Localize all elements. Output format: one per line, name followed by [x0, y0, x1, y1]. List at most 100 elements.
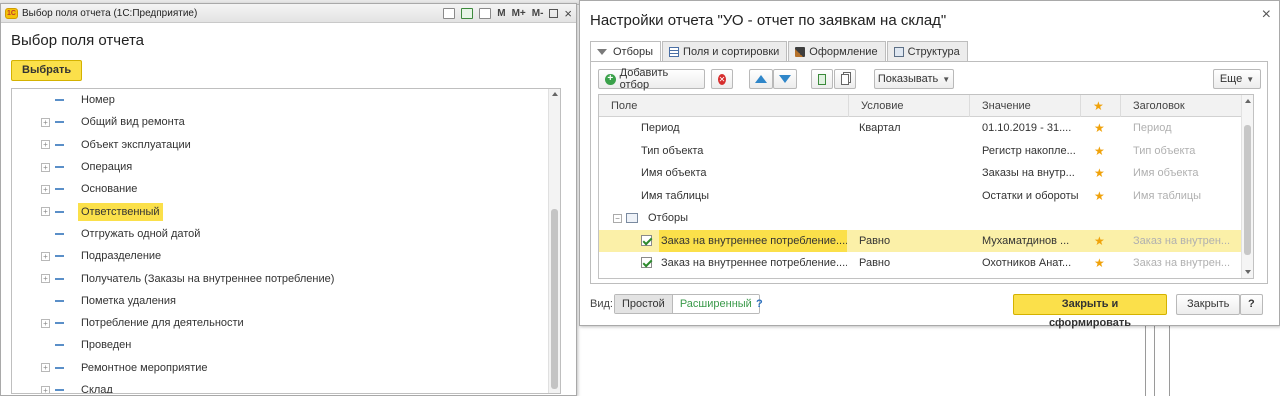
expand-icon[interactable]: + [41, 140, 50, 150]
tree-item[interactable]: Отгружать одной датой [12, 223, 560, 245]
table-row[interactable]: Тип объекта Регистр накопле... ★ Тип объект… [599, 140, 1253, 163]
checkbox-cell[interactable] [641, 230, 655, 253]
table-row[interactable]: Заказ на внутреннее потребление.... Равно… [599, 252, 1253, 275]
scroll-up-icon[interactable] [1245, 99, 1251, 103]
expand-icon[interactable]: + [41, 318, 50, 328]
checkbox-cell[interactable] [641, 252, 655, 275]
close-button[interactable]: Закрыть [1176, 294, 1241, 315]
arrow-up-icon [755, 75, 767, 83]
delete-filter-button[interactable]: ✕ [711, 69, 733, 89]
group-row[interactable]: − Отборы [599, 207, 1253, 230]
spreadsheet-icon[interactable] [461, 7, 474, 19]
tree-item[interactable]: Номер [12, 89, 560, 111]
scroll-thumb[interactable] [1244, 125, 1251, 255]
more-dropdown[interactable]: Еще ▼ [1213, 69, 1261, 89]
tree-item[interactable]: Проведен [12, 334, 560, 356]
tree-item-label: Основание [81, 183, 138, 196]
star-icon[interactable]: ★ [1094, 117, 1114, 140]
show-dropdown[interactable]: Показывать ▼ [874, 69, 954, 89]
grid-icon [669, 46, 680, 57]
star-icon[interactable]: ★ [1094, 162, 1114, 185]
table-row[interactable]: Имя таблицы Остатки и обороты ★ Имя таблицы [599, 185, 1253, 208]
tree-item[interactable]: Пометка удаления [12, 290, 560, 312]
move-up-button[interactable] [749, 69, 773, 89]
scroll-down-icon[interactable] [1245, 270, 1251, 274]
column-field[interactable]: Поле [599, 95, 849, 117]
tree-item[interactable]: + Подразделение [12, 245, 560, 267]
expand-icon[interactable]: + [41, 207, 50, 217]
scroll-up-icon[interactable] [552, 92, 558, 96]
memory-m-button[interactable]: M [497, 8, 505, 19]
add-filter-button[interactable]: + Добавить отбор [598, 67, 705, 91]
help-link[interactable]: ? [756, 298, 763, 310]
field-icon [55, 166, 64, 169]
help-button[interactable]: ? [1240, 294, 1263, 315]
choose-button[interactable]: Выбрать [11, 60, 83, 81]
tree-item-label: Ремонтное мероприятие [81, 361, 208, 374]
uncheck-all-button[interactable] [834, 69, 856, 89]
chevron-down-icon: ▼ [942, 74, 951, 84]
add-filter-label: Добавить отбор [619, 67, 669, 91]
filters-grid[interactable]: Поле Условие Значение ★ Заголовок Период… [598, 94, 1254, 279]
tree-item[interactable]: + Потребление для деятельности [12, 312, 560, 334]
close-and-generate-button[interactable]: Закрыть и сформировать [1013, 294, 1167, 329]
star-icon[interactable]: ★ [1094, 185, 1114, 208]
expand-icon[interactable]: + [41, 117, 50, 127]
field-icon [55, 188, 64, 191]
tree-item[interactable]: + Основание [12, 178, 560, 200]
star-icon[interactable]: ★ [1094, 252, 1114, 275]
tab-appearance[interactable]: Оформление [788, 41, 886, 61]
field-cell: Заказ на внутреннее потребление.... [659, 229, 847, 252]
table-row[interactable]: Заказ на внутреннее потребление.... Равно… [599, 229, 1253, 253]
mode-extended-button[interactable]: Расширенный [672, 295, 759, 313]
expand-icon[interactable]: + [41, 162, 50, 172]
tree-item-label: Получатель (Заказы на внутреннее потребл… [81, 272, 335, 285]
star-icon[interactable]: ★ [1094, 230, 1114, 253]
field-icon [55, 210, 64, 213]
table-row[interactable]: Период Квартал 01.10.2019 - 31.... ★ Период [599, 117, 1253, 140]
column-condition[interactable]: Условие [849, 95, 970, 117]
calendar-icon[interactable] [479, 7, 492, 19]
scroll-thumb[interactable] [551, 209, 558, 389]
maximize-icon[interactable] [549, 8, 559, 18]
tree-item[interactable]: + Ответственный [12, 200, 560, 222]
print-icon[interactable] [443, 7, 456, 19]
column-title[interactable]: Заголовок [1121, 95, 1243, 117]
field-tree[interactable]: Номер + Общий вид ремонта + Объект эксплуата… [11, 88, 561, 394]
field-icon [55, 232, 64, 235]
tab-label: Поля и сортировки [683, 45, 780, 58]
grid-scrollbar[interactable] [1241, 95, 1253, 278]
expand-icon[interactable]: + [41, 363, 50, 373]
tab-filters[interactable]: Отборы [590, 41, 662, 62]
tree-item[interactable]: + Склад [12, 379, 560, 393]
background-divider [1169, 326, 1170, 396]
collapse-icon[interactable]: − [613, 213, 622, 223]
tree-item[interactable]: + Общий вид ремонта [12, 111, 560, 133]
1c-logo-icon: 1С [5, 7, 18, 19]
move-down-button[interactable] [773, 69, 797, 89]
checkbox[interactable] [641, 257, 652, 268]
tree-item[interactable]: + Ремонтное мероприятие [12, 357, 560, 379]
expand-icon[interactable]: + [41, 184, 50, 194]
tree-scrollbar[interactable] [548, 89, 560, 393]
memory-mplus-button[interactable]: M+ [512, 8, 526, 19]
column-star[interactable]: ★ [1081, 95, 1121, 117]
tab-structure[interactable]: Структура [886, 41, 968, 61]
check-all-button[interactable] [811, 69, 833, 89]
close-icon[interactable]: × [1262, 6, 1271, 24]
close-icon[interactable]: × [564, 6, 572, 21]
table-row[interactable]: Имя объекта Заказы на внутр... ★ Имя объект… [599, 162, 1253, 185]
checkbox[interactable] [641, 234, 652, 246]
expand-icon[interactable]: + [41, 251, 50, 261]
background-divider [1154, 326, 1155, 396]
tab-fields-sorting[interactable]: Поля и сортировки [662, 41, 788, 61]
expand-icon[interactable]: + [41, 385, 50, 393]
expand-icon[interactable]: + [41, 274, 50, 284]
tree-item[interactable]: + Объект эксплуатации [12, 134, 560, 156]
memory-mminus-button[interactable]: M- [532, 8, 544, 19]
tree-item[interactable]: + Получатель (Заказы на внутреннее потреб… [12, 267, 560, 289]
mode-simple-button[interactable]: Простой [615, 295, 673, 313]
tree-item[interactable]: + Операция [12, 156, 560, 178]
column-value[interactable]: Значение [970, 95, 1081, 117]
star-icon[interactable]: ★ [1094, 140, 1114, 163]
